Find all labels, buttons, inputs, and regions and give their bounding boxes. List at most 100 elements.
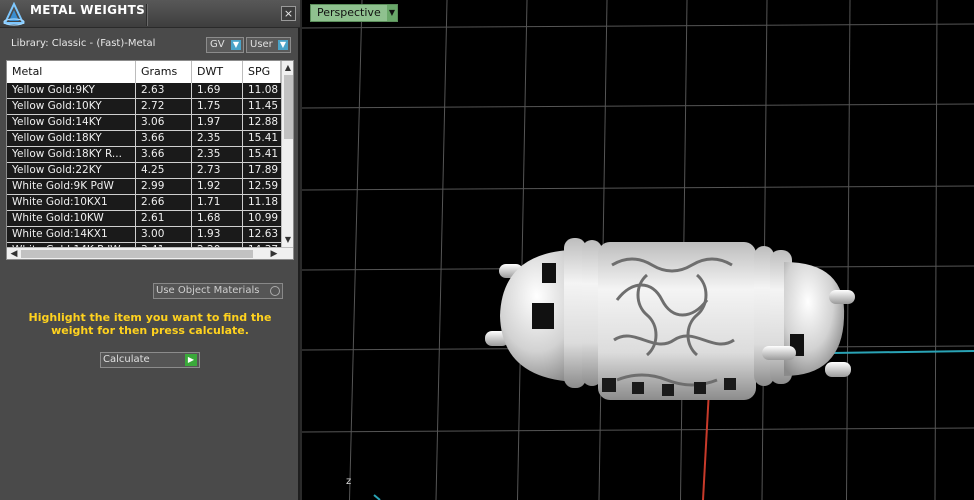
table-cell: 2.73 — [192, 163, 243, 179]
grid-line — [302, 23, 974, 29]
table-row[interactable]: White Gold:14KX1 3.00 1.93 12.63 — [7, 227, 281, 243]
charm-3d-model[interactable] — [485, 238, 855, 400]
table-cell: 2.35 — [192, 131, 243, 147]
table-cell: White Gold:10KX1 — [7, 195, 136, 211]
table-row[interactable]: White Gold:10KW 2.61 1.68 10.99 — [7, 211, 281, 227]
table-cell: Yellow Gold:10KY — [7, 99, 136, 115]
scroll-down-icon[interactable]: ▼ — [282, 234, 293, 246]
table-cell: 1.71 — [192, 195, 243, 211]
table-cell: 15.41 — [243, 131, 281, 147]
table-header: Metal Grams DWT SPG — [7, 61, 281, 83]
peg — [762, 346, 796, 360]
axis-stub-line — [373, 494, 381, 500]
peg — [825, 362, 851, 377]
table-cell: 1.75 — [192, 99, 243, 115]
scroll-right-icon[interactable]: ▶ — [268, 248, 280, 259]
table-cell: 3.00 — [136, 227, 192, 243]
grid-line — [302, 103, 974, 109]
x-axis-line — [702, 389, 710, 500]
table-row[interactable]: Yellow Gold:14KY 3.06 1.97 12.88 — [7, 115, 281, 131]
grid-line — [934, 0, 938, 500]
table-cell: 2.66 — [136, 195, 192, 211]
panel-title: METAL WEIGHTS — [30, 3, 146, 17]
table-cell: 2.72 — [136, 99, 192, 115]
grid-line — [302, 427, 974, 433]
viewport-canvas — [302, 0, 974, 500]
title-tab-divider — [146, 4, 148, 26]
table-cell: 12.59 — [243, 179, 281, 195]
table-cell: Yellow Gold:18KY R... — [7, 147, 136, 163]
table-cell: White Gold:14KX1 — [7, 227, 136, 243]
table-cell: 2.99 — [136, 179, 192, 195]
grid-line — [435, 0, 448, 500]
table-cell: 3.66 — [136, 147, 192, 163]
table-cell: 3.06 — [136, 115, 192, 131]
table-cell: 1.69 — [192, 83, 243, 99]
table-row[interactable]: Yellow Gold:10KY 2.72 1.75 11.45 — [7, 99, 281, 115]
table-cell: 1.92 — [192, 179, 243, 195]
column-header[interactable]: SPG — [243, 61, 281, 83]
table-cell: 3.66 — [136, 131, 192, 147]
grid-line — [349, 0, 363, 500]
table-row[interactable]: White Gold:9K PdW 2.99 1.92 12.59 — [7, 179, 281, 195]
scroll-thumb[interactable] — [284, 75, 293, 139]
view-selector[interactable]: Perspective ▼ — [310, 4, 398, 22]
table-row[interactable]: Yellow Gold:18KY 3.66 2.35 15.41 — [7, 131, 281, 147]
slot — [542, 263, 556, 283]
use-object-materials-label: Use Object Materials — [156, 285, 260, 296]
close-button[interactable]: × — [281, 6, 296, 21]
column-header[interactable]: Grams — [136, 61, 192, 83]
table-cell: 1.68 — [192, 211, 243, 227]
right-dome — [784, 262, 845, 376]
scroll-up-icon[interactable]: ▲ — [282, 62, 293, 74]
slot — [532, 303, 554, 329]
table-row[interactable]: Yellow Gold:18KY R... 3.66 2.35 15.41 — [7, 147, 281, 163]
metal-table: Metal Grams DWT SPG Yellow Gold:9KY 2.63 1.69… — [6, 60, 294, 260]
table-cell: 11.08 — [243, 83, 281, 99]
perspective-viewport[interactable]: Perspective ▼ z — [302, 0, 974, 500]
table-row[interactable]: White Gold:10KX1 2.66 1.71 11.18 — [7, 195, 281, 211]
y-axis-line — [831, 350, 974, 354]
vertical-scrollbar[interactable]: ▲ ▼ — [281, 61, 293, 247]
center-band — [598, 242, 756, 400]
calculate-button[interactable]: Calculate ▶ — [100, 352, 200, 368]
panel-titlebar: METAL WEIGHTS × — [0, 0, 300, 28]
table-cell: Yellow Gold:18KY — [7, 131, 136, 147]
metal-weights-panel: METAL WEIGHTS × Library: Classic - (Fast… — [0, 0, 300, 500]
table-cell: White Gold:10KW — [7, 211, 136, 227]
table-cell: 1.93 — [192, 227, 243, 243]
dropdown-arrow-icon: ▼ — [387, 5, 397, 21]
scroll-left-icon[interactable]: ◀ — [8, 248, 20, 259]
table-row[interactable]: Yellow Gold:22KY 4.25 2.73 17.89 — [7, 163, 281, 179]
table-cell: 17.89 — [243, 163, 281, 179]
table-body: Yellow Gold:9KY 2.63 1.69 11.08 Yellow Gold:… — [7, 83, 281, 259]
user-dropdown[interactable]: User ▼ — [246, 37, 291, 53]
table-cell: 15.41 — [243, 147, 281, 163]
gv-dropdown[interactable]: GV ▼ — [206, 37, 244, 53]
grid-line — [302, 185, 974, 191]
dropdown-arrow-icon: ▼ — [278, 40, 288, 50]
table-cell: Yellow Gold:22KY — [7, 163, 136, 179]
user-label: User — [250, 39, 273, 50]
scroll-thumb[interactable] — [21, 250, 253, 258]
table-cell: 4.25 — [136, 163, 192, 179]
axis-z-label: z — [346, 476, 352, 487]
table-cell: 12.63 — [243, 227, 281, 243]
radio-icon — [270, 286, 280, 296]
column-header[interactable]: Metal — [7, 61, 136, 83]
table-cell: 11.18 — [243, 195, 281, 211]
gv-label: GV — [210, 39, 225, 50]
app-logo-icon — [3, 2, 25, 26]
table-row[interactable]: Yellow Gold:9KY 2.63 1.69 11.08 — [7, 83, 281, 99]
grid-line — [517, 0, 528, 500]
use-object-materials-toggle[interactable]: Use Object Materials — [153, 283, 283, 299]
table-cell: 1.97 — [192, 115, 243, 131]
play-arrow-icon: ▶ — [185, 354, 197, 366]
table-cell: 2.61 — [136, 211, 192, 227]
calculate-label: Calculate — [103, 354, 150, 365]
table-cell: 10.99 — [243, 211, 281, 227]
horizontal-scrollbar[interactable]: ◀ ▶ — [7, 247, 293, 259]
table-cell: 2.63 — [136, 83, 192, 99]
column-header[interactable]: DWT — [192, 61, 243, 83]
table-cell: 2.35 — [192, 147, 243, 163]
